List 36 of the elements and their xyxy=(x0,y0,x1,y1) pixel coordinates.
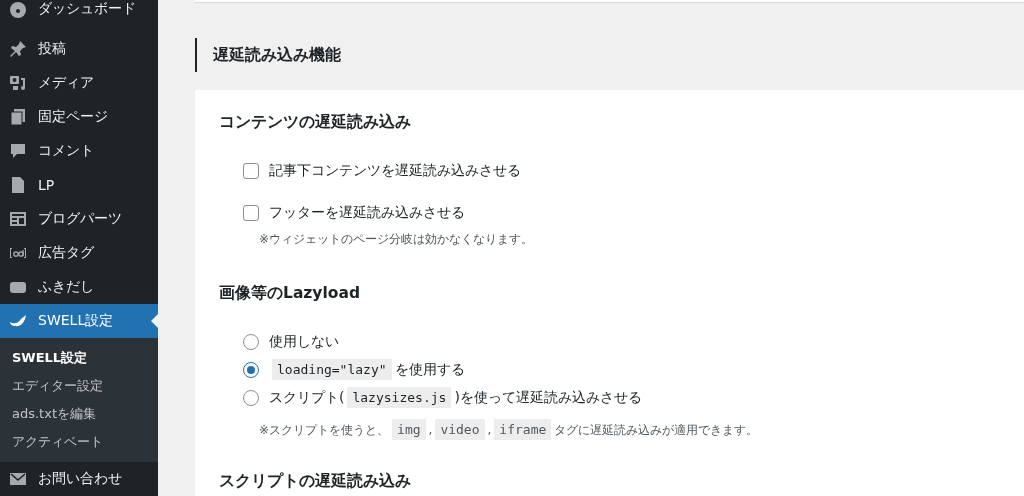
section-title: 遅延読み込み機能 xyxy=(195,38,1024,72)
layout-grid-icon xyxy=(8,209,28,229)
sidebar-item[interactable]: コメント xyxy=(0,134,158,168)
checkbox[interactable] xyxy=(243,205,259,221)
help-note: ※ウィジェットのページ分岐は効かなくなります。 xyxy=(259,231,535,248)
sidebar-item[interactable]: ふきだし xyxy=(0,270,158,304)
radio-button[interactable] xyxy=(243,362,259,378)
pushpin-icon xyxy=(8,39,28,59)
group-heading: コンテンツの遅延読み込み xyxy=(219,112,412,133)
checkbox[interactable] xyxy=(243,163,259,179)
sidebar-item[interactable]: 広告タグ xyxy=(0,236,158,270)
sidebar-item[interactable]: お問い合わせ xyxy=(0,462,158,496)
sidebar-item[interactable]: メディア xyxy=(0,66,158,100)
submenu-item[interactable]: アクティベート xyxy=(0,428,158,456)
media-icon xyxy=(8,73,28,93)
help-note: ※スクリプトを使うと、 img , video , iframe タグに遅延読み込みが適用できます。 xyxy=(259,422,1024,439)
sidebar-item[interactable]: ダッシュボード xyxy=(0,0,158,18)
radio-button[interactable] xyxy=(243,334,259,350)
sidebar-item[interactable]: LP xyxy=(0,168,158,202)
radio-label: loading="lazy" を使用する xyxy=(269,361,465,379)
checkbox-label: フッターを遅延読み込みさせる xyxy=(269,204,465,222)
sidebar-item[interactable]: SWELL設定 xyxy=(0,304,158,338)
submenu-item[interactable]: SWELL設定 xyxy=(0,344,158,372)
checkbox-label: 記事下コンテンツを遅延読み込みさせる xyxy=(269,162,521,180)
sidebar-item[interactable]: 投稿 xyxy=(0,32,158,66)
radio-button[interactable] xyxy=(243,390,259,406)
pages-icon xyxy=(8,107,28,127)
group-heading: 画像等のLazyload xyxy=(219,283,361,304)
submenu-item[interactable]: ads.txtを編集 xyxy=(0,400,158,428)
submenu-item[interactable]: エディター設定 xyxy=(0,372,158,400)
speech-bubble-icon xyxy=(8,141,28,161)
radio-label: スクリプト( lazysizes.js )を使って遅延読み込みさせる xyxy=(269,389,642,407)
radio-label: 使用しない xyxy=(269,333,339,351)
sidebar-item[interactable]: 固定ページ xyxy=(0,100,158,134)
sidebar-item[interactable]: ブログパーツ xyxy=(0,202,158,236)
group-heading: スクリプトの遅延読み込み xyxy=(219,471,412,492)
